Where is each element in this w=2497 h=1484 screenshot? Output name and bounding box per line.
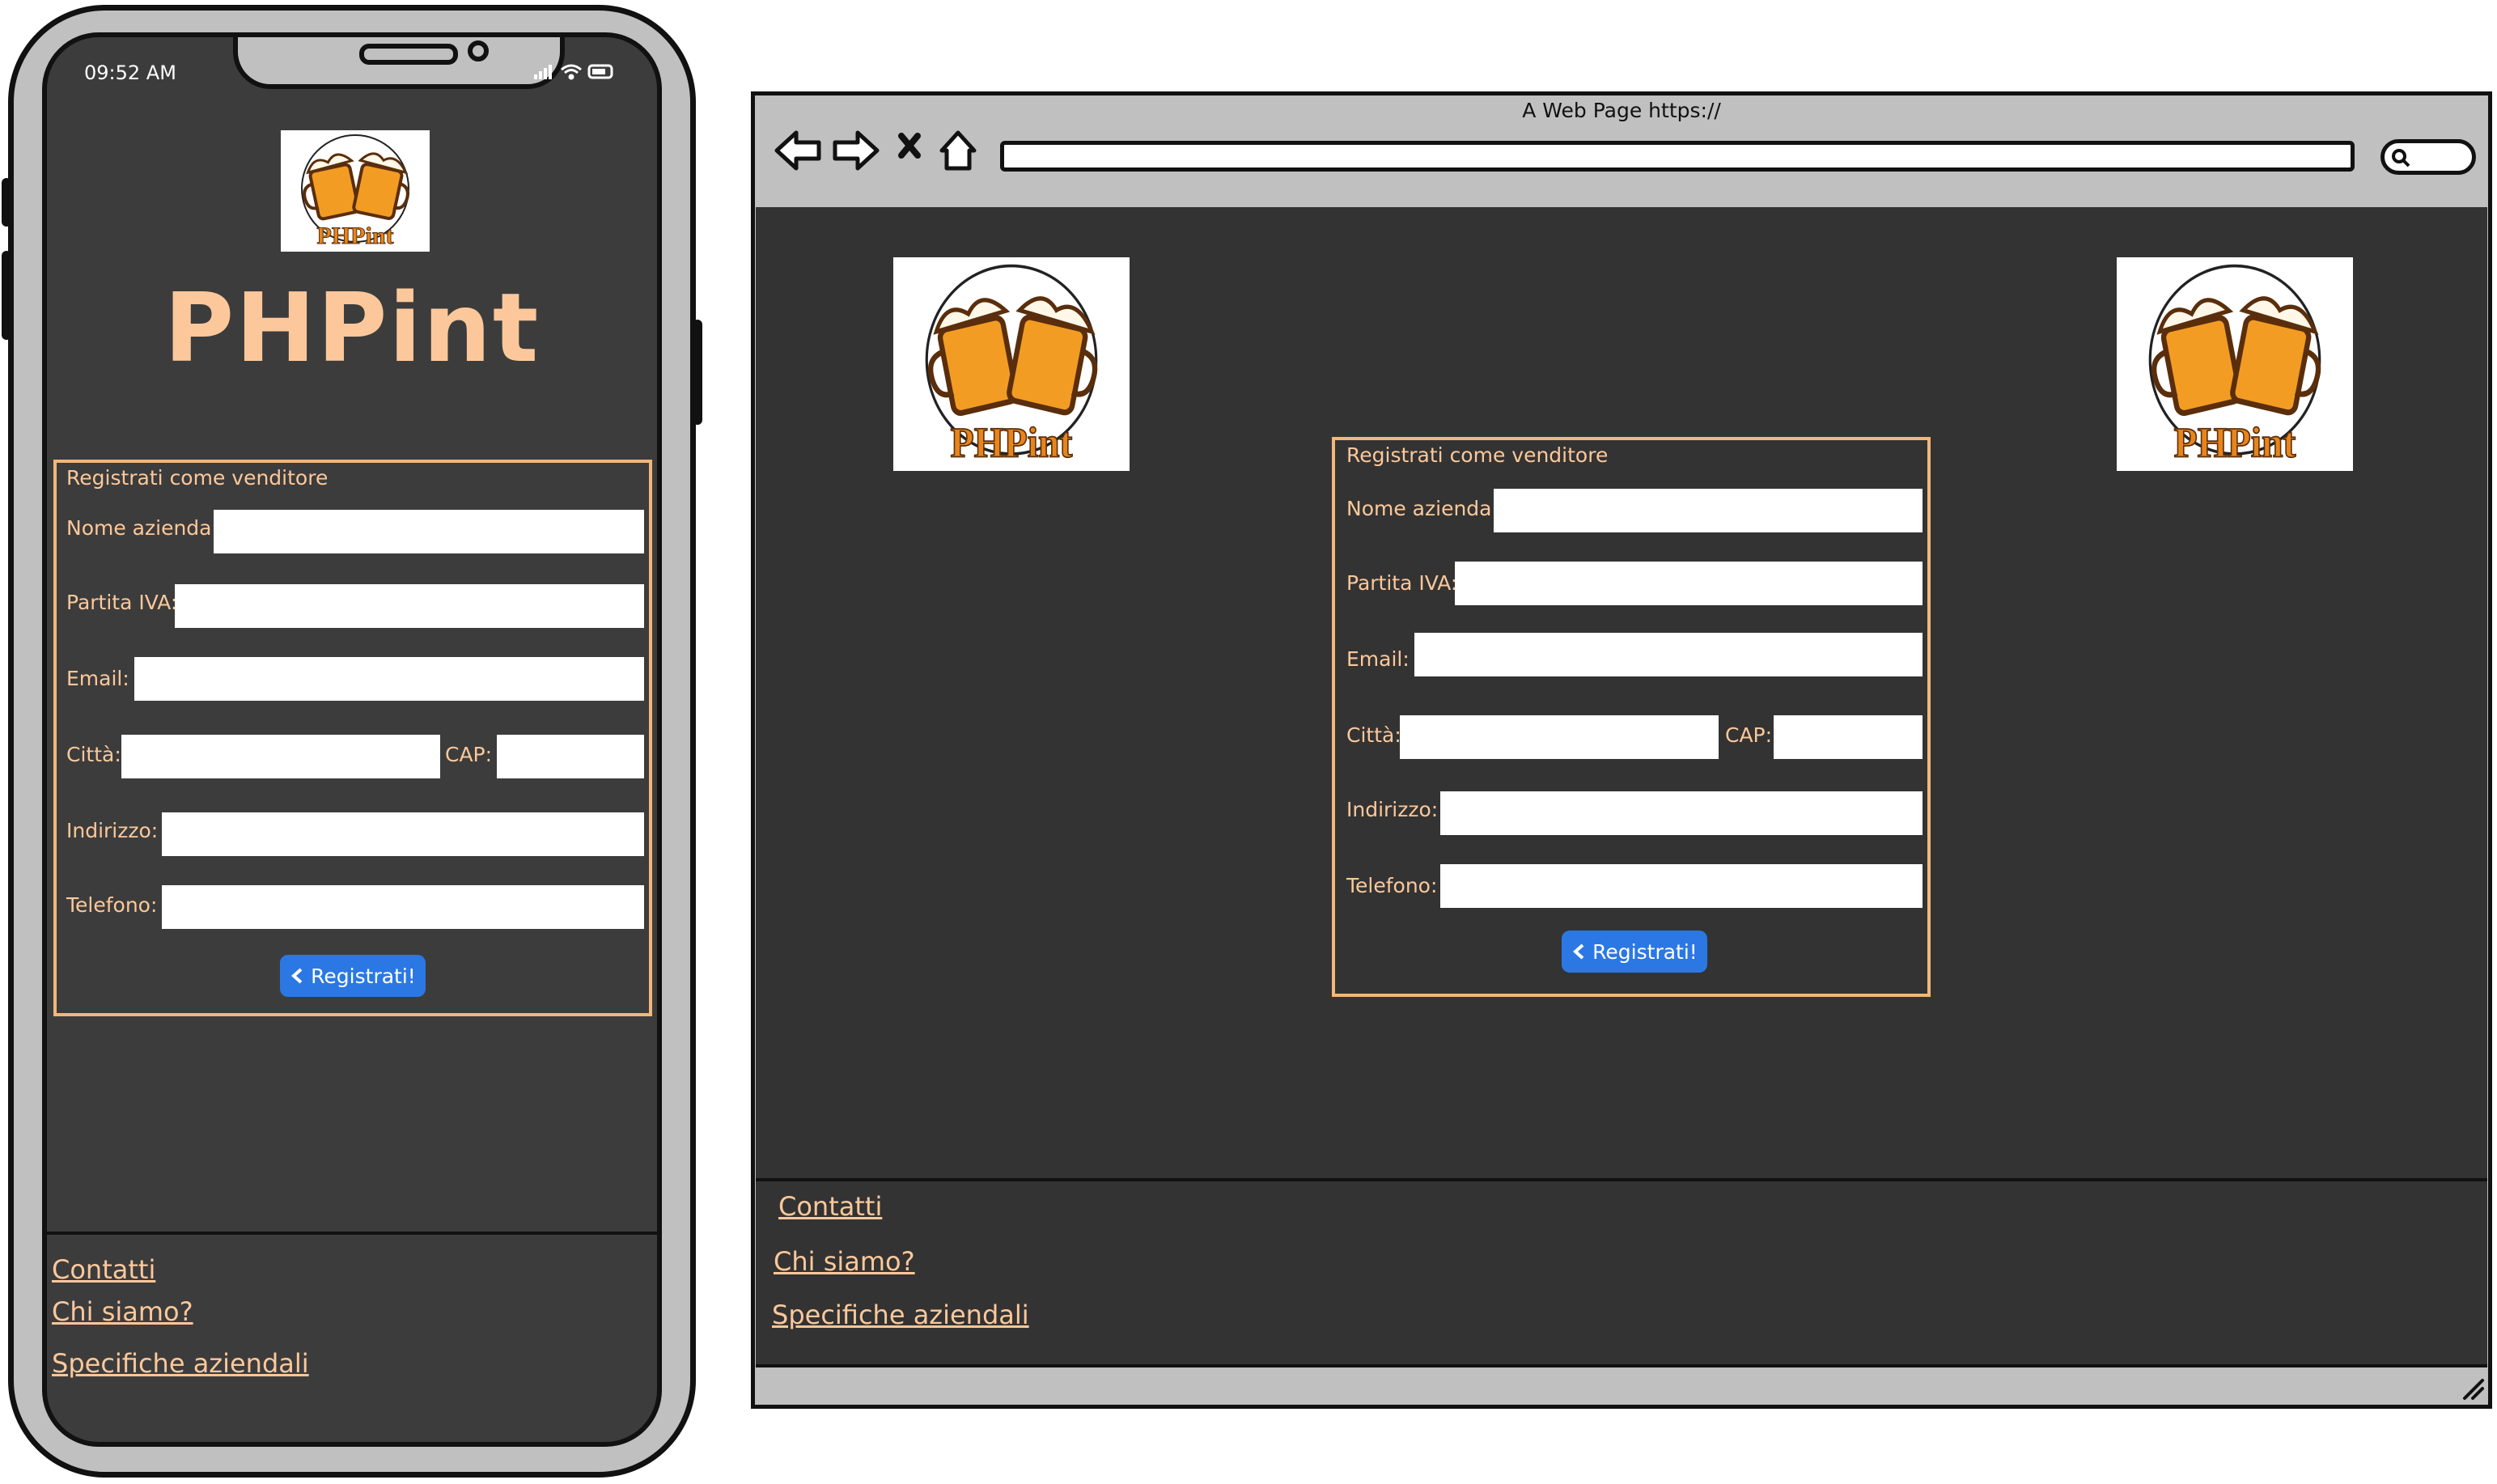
search-icon: [2392, 149, 2410, 167]
citta-label: Città:: [1346, 723, 1401, 747]
phone-side-button-right: [693, 320, 702, 425]
nome-azienda-input[interactable]: [214, 510, 644, 553]
back-arrow-icon[interactable]: [774, 130, 821, 171]
phone-side-button-left-2: [2, 251, 11, 340]
battery-icon: [587, 64, 613, 79]
indirizzo-input[interactable]: [162, 812, 644, 856]
svg-text:PHPint: PHPint: [951, 418, 1073, 466]
wifi-icon: [561, 64, 582, 80]
beer-mugs-logo: PHPint: [925, 264, 1098, 467]
nome-azienda-label: Nome azienda:: [1346, 497, 1499, 520]
resize-grip-icon[interactable]: [2460, 1376, 2486, 1401]
phpint-logo-right: PHPint: [2117, 257, 2353, 471]
front-camera: [468, 40, 489, 61]
email-input[interactable]: [1414, 633, 1923, 676]
citta-label: Città:: [66, 743, 121, 766]
url-bar[interactable]: [1000, 141, 2355, 172]
footer-link-contatti[interactable]: Contatti: [778, 1191, 882, 1222]
cap-label: CAP:: [1725, 723, 1773, 747]
speaker-grille: [359, 44, 458, 65]
forward-arrow-icon[interactable]: [833, 130, 880, 171]
citta-input[interactable]: [1400, 715, 1719, 759]
telefono-input[interactable]: [162, 885, 644, 929]
status-icons: [532, 61, 621, 81]
register-button-label: Registrati!: [311, 964, 416, 988]
footer-link-contatti[interactable]: Contatti: [52, 1254, 155, 1285]
register-button[interactable]: Registrati!: [280, 955, 426, 997]
browser-status-bar: [756, 1364, 2487, 1367]
indirizzo-input[interactable]: [1440, 791, 1923, 835]
nome-azienda-label: Nome azienda:: [66, 516, 218, 540]
form-legend: Registrati come venditore: [66, 466, 329, 490]
cap-label: CAP:: [445, 743, 493, 766]
cap-input[interactable]: [497, 735, 644, 778]
phone-side-button-left: [2, 178, 11, 227]
citta-input[interactable]: [121, 735, 440, 778]
footer-link-specifiche[interactable]: Specifiche aziendali: [52, 1348, 309, 1379]
chevron-left-icon: [1573, 943, 1584, 960]
browser-window-title: A Web Page https://: [1522, 99, 1721, 122]
partita-iva-input[interactable]: [175, 584, 644, 628]
beer-mugs-logo: PHPint: [2148, 264, 2321, 467]
telefono-label: Telefono:: [66, 893, 158, 917]
home-icon[interactable]: [939, 130, 977, 171]
signal-icon: [534, 65, 552, 79]
svg-text:PHPint: PHPint: [2174, 418, 2296, 466]
indirizzo-label: Indirizzo:: [66, 819, 159, 842]
partita-iva-label: Partita IVA:: [1346, 571, 1458, 595]
partita-iva-label: Partita IVA:: [66, 591, 178, 614]
chevron-left-icon: [291, 968, 303, 984]
telefono-label: Telefono:: [1346, 874, 1438, 897]
browser-nav-icons: [774, 130, 977, 171]
svg-text:PHPint: PHPint: [317, 223, 394, 249]
email-label: Email:: [66, 667, 129, 690]
footer-link-chi-siamo[interactable]: Chi siamo?: [52, 1296, 193, 1327]
registration-form: Registrati come venditore Nome azienda: …: [53, 460, 652, 1016]
cap-input[interactable]: [1774, 715, 1923, 759]
form-legend: Registrati come venditore: [1346, 443, 1609, 467]
email-label: Email:: [1346, 647, 1410, 671]
browser-search-box[interactable]: [2380, 139, 2476, 175]
footer-link-chi-siamo[interactable]: Chi siamo?: [774, 1246, 915, 1277]
register-button[interactable]: Registrati!: [1562, 931, 1707, 973]
telefono-input[interactable]: [1440, 864, 1923, 908]
footer-divider-desktop: [756, 1178, 2487, 1181]
partita-iva-input[interactable]: [1455, 562, 1923, 605]
phpint-logo-left: PHPint: [893, 257, 1130, 471]
phone-notch: [233, 37, 565, 89]
email-input[interactable]: [134, 657, 644, 701]
phone-screen: 09:52 AM PHPint PHPint Registrati come v…: [42, 32, 662, 1447]
register-button-label: Registrati!: [1592, 939, 1698, 964]
registration-form-desktop: Registrati come venditore Nome azienda: …: [1332, 437, 1931, 997]
close-icon[interactable]: [898, 133, 921, 159]
footer-divider: [47, 1232, 657, 1235]
beer-mugs-logo: PHPint: [301, 134, 409, 250]
footer-link-specifiche[interactable]: Specifiche aziendali: [772, 1300, 1029, 1330]
nome-azienda-input[interactable]: [1494, 489, 1923, 532]
page-title: PHPint: [163, 272, 541, 384]
phpint-logo: PHPint: [281, 130, 430, 252]
status-time: 09:52 AM: [84, 61, 176, 84]
indirizzo-label: Indirizzo:: [1346, 798, 1439, 821]
